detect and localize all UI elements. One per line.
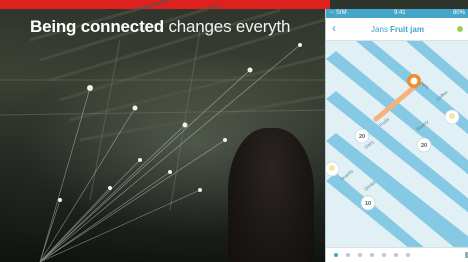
app-title: Jans Fruit jam — [371, 25, 424, 34]
map-badge: 10 — [365, 201, 371, 207]
headline: Being connected changes everyth — [30, 17, 290, 37]
map-badge: 20 — [359, 134, 365, 140]
page-dot[interactable] — [334, 253, 338, 257]
back-icon[interactable]: ‹ — [332, 21, 336, 35]
page-dot[interactable] — [358, 253, 362, 257]
page-indicator[interactable] — [326, 247, 468, 262]
status-carrier: ◦◦ SIM — [330, 10, 347, 16]
connection-status-icon — [457, 26, 463, 32]
page-dot[interactable] — [394, 253, 398, 257]
status-time: 9:41 — [393, 10, 406, 16]
store-map[interactable]: 20 20 10 Jans Dairy Fruits Bakery Coffee… — [326, 41, 468, 249]
app-title-bold: Fruit jam — [390, 24, 424, 34]
shopper-silhouette — [228, 128, 314, 262]
store-map-svg: 20 20 10 Jans Dairy Fruits Bakery Coffee… — [326, 41, 468, 249]
status-bar: ◦◦ SIM 9:41 80% — [326, 9, 468, 18]
app-header: ‹ Jans Fruit jam — [326, 18, 468, 41]
headline-bold: Being connected — [30, 17, 164, 36]
map-badge: 20 — [421, 143, 427, 149]
status-battery: 80% — [452, 10, 465, 16]
page-dot[interactable] — [370, 253, 374, 257]
headline-rest: changes everyth — [163, 17, 291, 36]
video-frame: Being connected changes everyth ◦◦ SIM 9… — [0, 0, 468, 262]
page-dot[interactable] — [406, 253, 410, 257]
page-dot[interactable] — [346, 253, 350, 257]
app-title-prefix: Jans — [371, 24, 391, 34]
page-dot[interactable] — [382, 253, 386, 257]
phone-screen: ◦◦ SIM 9:41 80% ‹ Jans Fruit jam 20 20 1… — [325, 9, 468, 262]
